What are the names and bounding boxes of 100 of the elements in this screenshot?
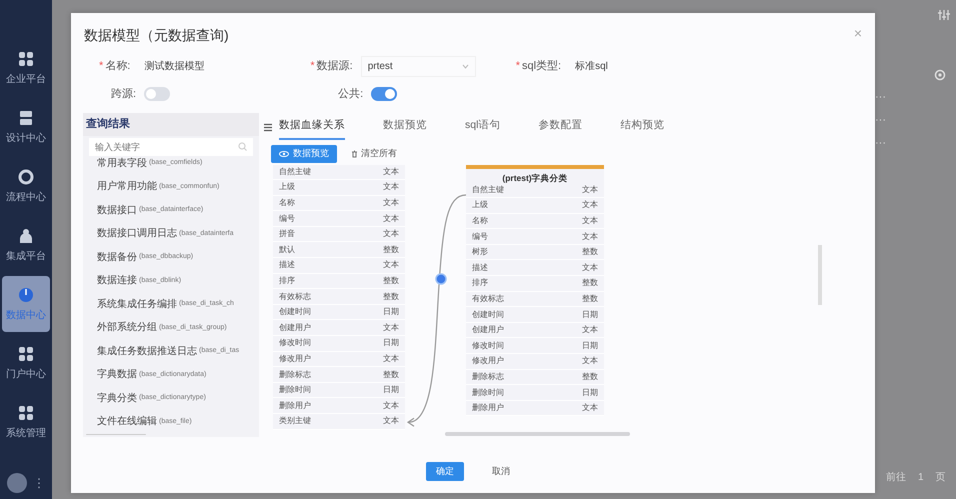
- field-type: 整数: [383, 274, 399, 287]
- connector-handle[interactable]: [435, 272, 447, 284]
- settings-icon: [934, 69, 946, 81]
- confirm-button[interactable]: 确定: [426, 462, 464, 481]
- menu-icon: [263, 122, 273, 132]
- pie-chart-icon: [17, 286, 35, 304]
- tab[interactable]: sql语句: [465, 114, 500, 140]
- field-label: sql类型:: [522, 58, 562, 74]
- search-icon: [238, 142, 247, 150]
- field-name: 编号: [279, 212, 295, 225]
- field-type: 日期: [383, 384, 399, 396]
- field-type: 整数: [383, 290, 399, 303]
- sidebar-item[interactable]: 系统管理: [2, 394, 50, 450]
- field-name: 类别主键: [279, 415, 311, 428]
- grid-icon: [17, 404, 35, 422]
- grid-icon: [17, 344, 35, 362]
- field-name: 删除时间: [279, 384, 311, 396]
- field-name: 默认: [279, 244, 295, 256]
- field-label: 名称:: [105, 58, 130, 74]
- field-name: 有效标志: [279, 290, 311, 303]
- tab[interactable]: 数据预览: [383, 114, 427, 140]
- tab[interactable]: 数据血缘关系: [279, 114, 345, 140]
- field-type: 文本: [582, 402, 598, 414]
- toggle-switch[interactable]: [371, 87, 398, 101]
- field-type: 文本: [383, 352, 399, 365]
- sidebar-item[interactable]: 设计中心: [2, 99, 50, 155]
- toggle-label: 跨源:: [111, 86, 136, 102]
- field-name: 自然主键: [472, 184, 504, 196]
- sidebar-item[interactable]: 集成平台: [2, 217, 50, 273]
- field-type: 整数: [582, 292, 598, 305]
- field-name: 有效标志: [472, 292, 504, 305]
- field-type: 文本: [383, 181, 399, 194]
- field-name: 修改时间: [279, 337, 311, 350]
- field-type: 文本: [582, 230, 598, 243]
- field-type: 文本: [582, 184, 598, 196]
- field-type: 文本: [582, 355, 598, 368]
- tab[interactable]: 结构预览: [620, 114, 664, 140]
- trash-icon: [351, 150, 358, 158]
- eye-icon: [279, 150, 289, 157]
- field-type: 整数: [383, 368, 399, 381]
- field-name: 编号: [472, 230, 488, 243]
- people-icon: [17, 226, 35, 244]
- required-mark: *: [99, 58, 104, 74]
- field-type: 日期: [582, 340, 598, 352]
- field-name: 删除用户: [472, 402, 504, 414]
- field-type: 文本: [383, 415, 399, 428]
- field-name: 创建时间: [279, 306, 311, 318]
- field-type: 文本: [383, 212, 399, 225]
- field-type: 文本: [582, 324, 598, 336]
- chevron-icon: [462, 64, 469, 68]
- field-name: 删除时间: [472, 386, 504, 399]
- cancel-button[interactable]: 取消: [482, 462, 520, 481]
- dialog-title: 数据模型（元数据查询): [84, 26, 229, 45]
- field-type: 文本: [383, 400, 399, 412]
- field-name: 删除用户: [279, 400, 311, 412]
- horizontal-scrollbar[interactable]: [445, 432, 630, 436]
- field-name: 上级: [472, 199, 488, 212]
- field-name: 修改用户: [279, 352, 311, 365]
- field-type: 文本: [582, 199, 598, 212]
- field-type: 文本: [383, 196, 399, 209]
- toggle-label: 公共:: [338, 86, 364, 102]
- field-type: 日期: [582, 308, 598, 321]
- field-type: 整数: [582, 370, 598, 383]
- field-value[interactable]: 测试数据模型: [138, 56, 210, 76]
- search-field[interactable]: 输入关键字: [89, 138, 253, 156]
- page-unit: 页: [936, 471, 946, 485]
- vertical-scrollbar[interactable]: [818, 244, 822, 304]
- sidebar-item[interactable]: 流程中心: [2, 158, 50, 214]
- field-type: 文本: [383, 259, 399, 272]
- field-name: 创建用户: [279, 322, 311, 334]
- cycle-icon: [17, 168, 35, 186]
- field-label: 数据源:: [316, 58, 353, 74]
- field-name: 删除标志: [279, 368, 311, 381]
- field-name: 名称: [279, 196, 295, 209]
- field-name: 树形: [472, 246, 488, 258]
- toggle-switch[interactable]: [144, 87, 170, 101]
- field-type: 文本: [582, 214, 598, 227]
- field-type: 文本: [383, 322, 399, 334]
- field-name: 排序: [472, 277, 488, 290]
- field-name: 描述: [279, 259, 295, 272]
- field-name: 创建时间: [472, 308, 504, 321]
- field-name: 修改时间: [472, 340, 504, 352]
- field-type: 文本: [383, 166, 399, 178]
- column-settings-icon: [938, 9, 950, 21]
- avatar[interactable]: [7, 473, 27, 493]
- field-type: 文本: [383, 228, 399, 240]
- server-icon: [17, 108, 35, 126]
- field-name: 修改用户: [472, 355, 504, 368]
- field-type: 日期: [383, 306, 399, 318]
- more-menu[interactable]: ⋮: [33, 474, 45, 492]
- sidebar-item[interactable]: 门户中心: [2, 335, 50, 391]
- tab[interactable]: 参数配置: [538, 114, 582, 140]
- field-name: 拼音: [279, 228, 295, 240]
- sidebar-item[interactable]: 企业平台: [2, 40, 50, 96]
- datasource-select[interactable]: prtest: [360, 56, 476, 76]
- clear-all-button[interactable]: 清空所有: [351, 147, 397, 160]
- field-name: 名称: [472, 214, 488, 227]
- node-title: (prtest)字典分类: [466, 164, 604, 182]
- preview-button[interactable]: 数据预览: [271, 145, 337, 162]
- field-name: 自然主键: [279, 166, 311, 178]
